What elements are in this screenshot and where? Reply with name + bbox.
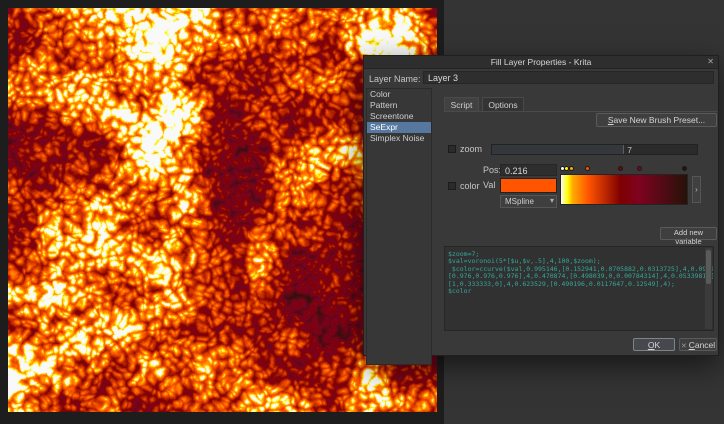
interpolation-value: MSpline xyxy=(505,197,534,206)
cancel-icon: ✕ xyxy=(681,343,687,350)
dialog-titlebar[interactable]: Fill Layer Properties - Krita ✕ xyxy=(364,56,718,69)
add-new-variable-button[interactable]: Add new variable xyxy=(660,227,717,240)
script-line: [1,0.333333,0],4,0.623529,[0.490196,0.01… xyxy=(448,281,713,288)
cancel-label: Cancel xyxy=(689,340,715,350)
script-line: $color xyxy=(448,288,713,295)
layer-name-label: Layer Name: xyxy=(369,74,421,84)
ok-button[interactable]: OK xyxy=(633,338,675,351)
fill-layer-properties-dialog: Fill Layer Properties - Krita ✕ Layer Na… xyxy=(363,55,719,356)
close-icon[interactable]: ✕ xyxy=(707,57,714,66)
save-new-brush-preset-button[interactable]: Save New Brush Preset... xyxy=(596,113,717,127)
gradient-stops-row xyxy=(560,166,688,172)
zoom-slider[interactable]: 7 xyxy=(491,144,698,155)
dialog-title: Fill Layer Properties - Krita xyxy=(364,57,718,67)
generator-list-item-seexpr[interactable]: SeExpr xyxy=(367,122,431,133)
cancel-button[interactable]: ✕Cancel xyxy=(679,338,717,351)
gradient-bar[interactable] xyxy=(560,174,688,205)
tab-script[interactable]: Script xyxy=(444,97,479,112)
zoom-slider-fill xyxy=(492,145,623,154)
zoom-variable-label: zoom xyxy=(460,144,482,154)
stop-pos-label: Pos: xyxy=(483,165,501,175)
zoom-slider-value: 7 xyxy=(627,145,632,155)
generator-list-item-pattern[interactable]: Pattern xyxy=(367,100,431,111)
gradient-stop-5[interactable] xyxy=(637,166,642,171)
generator-type-list: ColorPatternScreentoneSeExprSimplex Nois… xyxy=(366,88,432,365)
color-val-swatch[interactable] xyxy=(500,178,557,193)
gradient-stop-4[interactable] xyxy=(618,166,623,171)
script-text: $zoom=7;$val=voronoi(5*[$u,$v,.5],4,100,… xyxy=(445,247,713,295)
script-scrollbar-thumb[interactable] xyxy=(706,250,711,284)
script-scrollbar[interactable] xyxy=(705,248,712,329)
interpolation-dropdown[interactable]: MSpline ▾ xyxy=(500,195,557,208)
krita-window: Fill Layer Properties - Krita ✕ Layer Na… xyxy=(0,0,724,424)
zoom-slider-handle[interactable] xyxy=(623,145,624,154)
script-editor[interactable]: $zoom=7;$val=voronoi(5*[$u,$v,.5],4,100,… xyxy=(444,246,714,331)
gradient-scroll-right-button[interactable]: › xyxy=(692,176,701,203)
gradient-stop-3[interactable] xyxy=(585,166,590,171)
layer-name-input[interactable]: Layer 3 xyxy=(423,71,714,84)
generator-list-item-simplex-noise[interactable]: Simplex Noise xyxy=(367,133,431,144)
stop-val-label: Val xyxy=(483,180,495,190)
stop-pos-input[interactable]: 0.216 xyxy=(500,164,557,176)
color-variable-label: color xyxy=(460,181,480,191)
tabbar-divider xyxy=(444,111,717,112)
color-variable-checkbox[interactable] xyxy=(448,182,456,190)
chevron-down-icon: ▾ xyxy=(550,196,554,205)
zoom-variable-checkbox[interactable] xyxy=(448,145,456,153)
stop-pos-value: 0.216 xyxy=(501,165,556,176)
generator-list-item-screentone[interactable]: Screentone xyxy=(367,111,431,122)
gradient-stop-2[interactable] xyxy=(569,166,574,171)
tab-options[interactable]: Options xyxy=(482,97,524,112)
layer-name-value: Layer 3 xyxy=(424,72,713,83)
chevron-right-icon: › xyxy=(695,185,698,194)
generator-list-item-color[interactable]: Color xyxy=(367,89,431,100)
gradient-stop-6[interactable] xyxy=(682,166,687,171)
